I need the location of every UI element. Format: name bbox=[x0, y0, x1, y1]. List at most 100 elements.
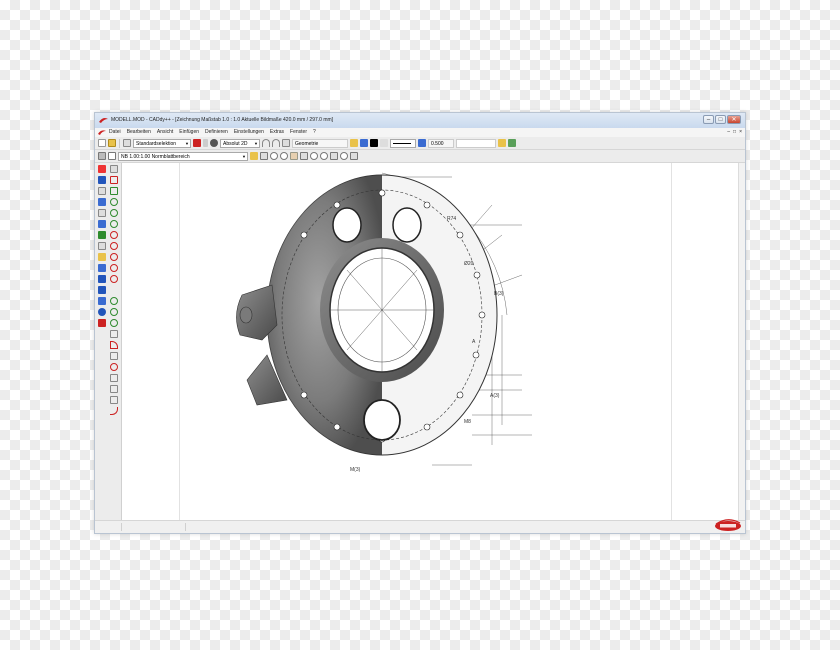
arrow-tool-icon[interactable] bbox=[110, 165, 118, 173]
menu-help[interactable]: ? bbox=[313, 128, 316, 137]
redraw-icon[interactable] bbox=[300, 152, 308, 160]
vertical-scrollbar[interactable] bbox=[738, 163, 745, 521]
sheet-area-value: NB 1.00:1.00 Normblattbereich bbox=[121, 153, 190, 160]
menu-bearbeiten[interactable]: Bearbeiten bbox=[127, 128, 151, 137]
extra-field[interactable] bbox=[456, 138, 496, 148]
zoom-out-icon[interactable] bbox=[280, 152, 288, 160]
magnet-tool-icon[interactable] bbox=[98, 220, 106, 228]
status-bar bbox=[95, 520, 745, 533]
minimize-button[interactable]: – bbox=[703, 115, 714, 124]
pen-tool-icon[interactable] bbox=[98, 176, 106, 184]
folder-icon[interactable] bbox=[498, 139, 506, 147]
coordinate-mode-select[interactable]: Absolut 2D ▼ bbox=[220, 138, 260, 148]
select-tool-icon[interactable] bbox=[98, 165, 106, 173]
layer-color-icon[interactable] bbox=[350, 139, 358, 147]
menu-definieren[interactable]: Definieren bbox=[205, 128, 228, 137]
line-style-select[interactable] bbox=[390, 138, 416, 148]
fillet-tool-icon[interactable] bbox=[110, 308, 118, 316]
circle-center-tool-icon[interactable] bbox=[110, 209, 118, 217]
dimension-tool-icon[interactable] bbox=[110, 330, 118, 338]
mirror-tool-icon[interactable] bbox=[98, 253, 106, 261]
close-button[interactable]: ✕ bbox=[727, 115, 741, 124]
pan-hand-icon[interactable] bbox=[290, 152, 298, 160]
zoom-scale-icon[interactable] bbox=[340, 152, 348, 160]
move-tool-icon[interactable] bbox=[98, 231, 106, 239]
svg-text:M(3): M(3) bbox=[350, 467, 361, 473]
arc-tool-icon[interactable] bbox=[98, 209, 106, 217]
menu-datei[interactable]: Datei bbox=[109, 128, 121, 137]
menu-einfuegen[interactable]: Einfügen bbox=[179, 128, 199, 137]
arc-3p-tool-icon[interactable] bbox=[110, 264, 118, 272]
circle-3p-tool-icon[interactable] bbox=[110, 220, 118, 228]
menu-ansicht[interactable]: Ansicht bbox=[157, 128, 173, 137]
color-black-icon[interactable] bbox=[370, 139, 378, 147]
sheet-border-right bbox=[671, 163, 672, 521]
trim-tool-icon[interactable] bbox=[98, 264, 106, 272]
chamfer-tool-icon[interactable] bbox=[110, 319, 118, 327]
menu-fenster[interactable]: Fenster bbox=[290, 128, 307, 137]
crosshair-tool-icon[interactable] bbox=[98, 242, 106, 250]
separator bbox=[119, 138, 120, 148]
layer-settings-icon[interactable] bbox=[360, 139, 368, 147]
doc-restore-button[interactable]: □ bbox=[733, 128, 736, 137]
line-tool-icon[interactable] bbox=[98, 187, 106, 195]
doc-close-button[interactable]: × bbox=[739, 128, 742, 137]
zoom-previous-icon[interactable] bbox=[310, 152, 318, 160]
print-icon[interactable] bbox=[98, 152, 106, 160]
window-title: MODELL.MOD - CADdy++ - [Zeichnung Maßsta… bbox=[111, 117, 334, 123]
rectangle-tool-icon[interactable] bbox=[110, 187, 118, 195]
snap-point-icon[interactable] bbox=[193, 139, 201, 147]
zoom-extents-icon[interactable] bbox=[320, 152, 328, 160]
text-tool-icon[interactable] bbox=[98, 286, 106, 294]
circle-tool-icon[interactable] bbox=[110, 198, 118, 206]
info-tool-icon[interactable] bbox=[98, 308, 106, 316]
maximize-button[interactable]: □ bbox=[715, 115, 726, 124]
annotation-tool-icon[interactable] bbox=[110, 385, 118, 393]
selection-mode-select[interactable]: Standardselektion ▼ bbox=[133, 138, 191, 148]
angle-dimension-tool-icon[interactable] bbox=[110, 341, 118, 349]
hatch-tool-icon[interactable] bbox=[98, 198, 106, 206]
tolerance-tool-icon[interactable] bbox=[110, 363, 118, 371]
symbol-tool-icon[interactable] bbox=[110, 374, 118, 382]
curve-tool-icon[interactable] bbox=[110, 407, 118, 415]
circle-tan-tool-icon[interactable] bbox=[110, 231, 118, 239]
select-arrow-icon[interactable] bbox=[123, 139, 131, 147]
menu-einstellungen[interactable]: Einstellungen bbox=[234, 128, 264, 137]
sheet-area-select[interactable]: NB 1.00:1.00 Normblattbereich ▼ bbox=[118, 151, 248, 161]
view-3d-icon[interactable] bbox=[330, 152, 338, 160]
new-file-icon[interactable] bbox=[98, 139, 106, 147]
menu-extras[interactable]: Extras bbox=[270, 128, 284, 137]
zoom-all-icon[interactable] bbox=[250, 152, 258, 160]
line-type-icon[interactable] bbox=[380, 139, 388, 147]
redo-icon[interactable] bbox=[272, 139, 280, 147]
coordinate-icon[interactable] bbox=[210, 139, 218, 147]
refresh-icon[interactable] bbox=[350, 152, 358, 160]
zoom-in-icon[interactable] bbox=[270, 152, 278, 160]
zoom-window-icon[interactable] bbox=[260, 152, 268, 160]
ellipse-tool-icon[interactable] bbox=[110, 242, 118, 250]
layer-select[interactable]: Geometrie bbox=[292, 138, 348, 148]
open-file-icon[interactable] bbox=[108, 139, 116, 147]
properties-tool-icon[interactable] bbox=[98, 319, 106, 327]
radius-dimension-tool-icon[interactable] bbox=[110, 352, 118, 360]
table-tool-icon[interactable] bbox=[110, 396, 118, 404]
document-logo-icon[interactable] bbox=[98, 130, 106, 135]
arc-center-tool-icon[interactable] bbox=[110, 253, 118, 261]
drawing-canvas[interactable]: R74 Ø20 B(3) A A(3) M8 M(3) bbox=[122, 163, 739, 521]
snap-dropdown-icon[interactable] bbox=[203, 139, 208, 147]
polyline-tool-icon[interactable] bbox=[110, 176, 118, 184]
point-tool-icon[interactable] bbox=[110, 275, 118, 283]
svg-text:Ø20: Ø20 bbox=[464, 261, 474, 267]
rotate-tool-icon[interactable] bbox=[98, 275, 106, 283]
line-width-icon[interactable] bbox=[418, 139, 426, 147]
line-width-select[interactable]: 0.500 bbox=[428, 138, 454, 148]
layer-tool-icon[interactable] bbox=[98, 297, 106, 305]
layer-value: Geometrie bbox=[295, 140, 319, 147]
grid-icon[interactable] bbox=[282, 139, 290, 147]
settings-icon[interactable] bbox=[508, 139, 516, 147]
spline-tool-icon[interactable] bbox=[110, 297, 118, 305]
undo-icon[interactable] bbox=[262, 139, 270, 147]
sheet-icon[interactable] bbox=[108, 152, 116, 160]
dot-tool-icon[interactable] bbox=[110, 286, 118, 294]
doc-minimize-button[interactable]: – bbox=[727, 128, 730, 137]
